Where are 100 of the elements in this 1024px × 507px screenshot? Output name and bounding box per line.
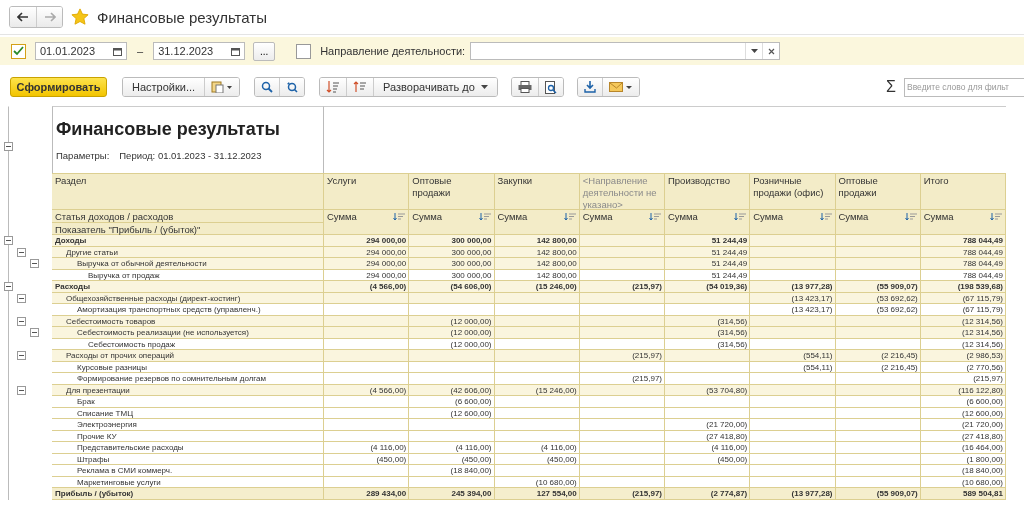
date-from-field[interactable]: 01.01.2023: [35, 42, 127, 60]
collapse-icon[interactable]: [17, 247, 26, 257]
table-cell: (450,00): [409, 453, 495, 465]
row-label: Доходы: [52, 235, 324, 247]
table-cell: 300 000,00: [409, 258, 495, 270]
sort-icon[interactable]: [649, 213, 661, 221]
column-header: Розничные продажи (офис): [750, 173, 836, 210]
dropdown-icon[interactable]: [750, 49, 758, 53]
calendar-icon[interactable]: [113, 46, 122, 56]
sort-icon[interactable]: [393, 213, 406, 221]
sort-descending-icon: [326, 81, 341, 93]
date-to-field[interactable]: 31.12.2023: [153, 42, 246, 60]
table-cell: 289 434,00: [324, 488, 410, 500]
period-button[interactable]: ...: [253, 41, 276, 61]
collapse-icon[interactable]: [4, 282, 13, 291]
column-header: Сумма: [497, 211, 528, 223]
column-header: Оптовые продажи: [835, 173, 921, 210]
collapse-icon[interactable]: [4, 236, 13, 245]
table-cell: 589 504,81: [920, 488, 1006, 500]
table-cell: (6 600,00): [920, 396, 1006, 408]
preview-button[interactable]: [537, 78, 563, 96]
sort-icon[interactable]: [819, 213, 832, 221]
table-cell: (215,97): [579, 281, 665, 293]
parameters-label: Параметры:: [56, 150, 110, 161]
collapse-icon[interactable]: [4, 142, 13, 151]
collapse-icon[interactable]: [17, 316, 26, 326]
table-cell: (2 770,56): [920, 361, 1006, 373]
table-cell: (12 600,00): [409, 407, 495, 419]
column-header: Производство: [665, 173, 751, 210]
back-arrow-icon: [17, 12, 29, 22]
direction-field[interactable]: [470, 42, 781, 60]
calendar-icon[interactable]: [231, 46, 241, 56]
search-icon: [261, 81, 274, 93]
variants-button[interactable]: [204, 78, 240, 96]
table-cell: (450,00): [665, 453, 751, 465]
row-label: Формирование резервов по сомнительным долгам: [52, 373, 324, 385]
sort-icon[interactable]: [734, 213, 747, 221]
table-cell: (27 418,80): [920, 430, 1006, 442]
table-cell: (2 986,53): [920, 350, 1006, 362]
search-field[interactable]: Введите слово для фильт: [904, 77, 1024, 97]
sort-icon[interactable]: [990, 213, 1002, 221]
row-label: Списание ТМЦ: [52, 407, 324, 419]
expand-to-button[interactable]: Разворачивать до: [373, 78, 497, 96]
collapse-icon[interactable]: [30, 259, 39, 268]
row-label: Представительские расходы: [52, 442, 324, 454]
clear-icon[interactable]: [767, 47, 775, 55]
print-button[interactable]: [511, 78, 538, 96]
table-cell: 294 000,00: [324, 235, 410, 247]
column-header: Статья доходов / расходов: [52, 210, 324, 223]
table-cell: 142 800,00: [494, 258, 580, 270]
row-label: Штрафы: [52, 453, 324, 465]
email-button[interactable]: [601, 78, 639, 96]
column-header: Сумма: [327, 211, 357, 223]
sort-icon[interactable]: [478, 213, 491, 221]
table-cell: (4 116,00): [665, 442, 751, 454]
back-button[interactable]: [10, 7, 36, 27]
table-cell: (12 000,00): [409, 327, 495, 339]
table-cell: 300 000,00: [409, 235, 495, 247]
table-cell: 51 244,49: [665, 235, 751, 247]
table-cell: (12 314,56): [920, 327, 1006, 339]
caret-icon: [480, 85, 488, 89]
generate-button[interactable]: Сформировать: [10, 77, 107, 97]
refresh-search-button[interactable]: [279, 78, 305, 96]
column-header: Закупки: [494, 173, 580, 210]
table-cell: 245 394,00: [409, 488, 495, 500]
row-label: Прибыль / (убыток): [52, 488, 324, 500]
table-cell: (16 464,00): [920, 442, 1006, 454]
row-label: Брак: [52, 396, 324, 408]
table-cell: (215,97): [920, 373, 1006, 385]
preview-icon: [544, 80, 557, 94]
search-button[interactable]: [255, 78, 280, 96]
star-icon[interactable]: [71, 8, 89, 26]
period-checkbox[interactable]: [11, 43, 26, 59]
table-cell: (15 246,00): [494, 281, 580, 293]
settings-button[interactable]: Настройки...: [123, 78, 205, 96]
column-header: Итого: [920, 173, 1006, 210]
row-label: Расходы: [52, 281, 324, 293]
window-title: Финансовые результаты: [97, 8, 267, 26]
table-cell: (215,97): [579, 350, 665, 362]
sum-icon[interactable]: Σ: [886, 78, 896, 96]
column-header: Сумма: [753, 211, 784, 223]
table-cell: (4 116,00): [409, 442, 495, 454]
column-header: Сумма: [412, 211, 443, 223]
download-button[interactable]: [577, 78, 602, 96]
collapse-icon[interactable]: [17, 385, 26, 395]
table-cell: (67 115,79): [920, 304, 1006, 316]
sort-icon[interactable]: [563, 213, 576, 221]
table-cell: (54 606,00): [409, 281, 495, 293]
table-cell: (55 909,07): [835, 488, 921, 500]
direction-checkbox[interactable]: [296, 43, 312, 59]
column-header: Раздел: [52, 173, 324, 210]
collapse-icon[interactable]: [30, 328, 39, 337]
download-icon: [583, 81, 596, 93]
collapse-icon[interactable]: [17, 293, 26, 303]
sort-icon[interactable]: [904, 213, 917, 221]
row-label: Амортизация транспортных средств (управленч.): [52, 304, 324, 316]
collapse-icon[interactable]: [17, 351, 26, 360]
table-cell: (27 418,80): [665, 430, 751, 442]
table-cell: 51 244,49: [665, 258, 751, 270]
report-title: Финансовые результаты: [56, 119, 281, 140]
